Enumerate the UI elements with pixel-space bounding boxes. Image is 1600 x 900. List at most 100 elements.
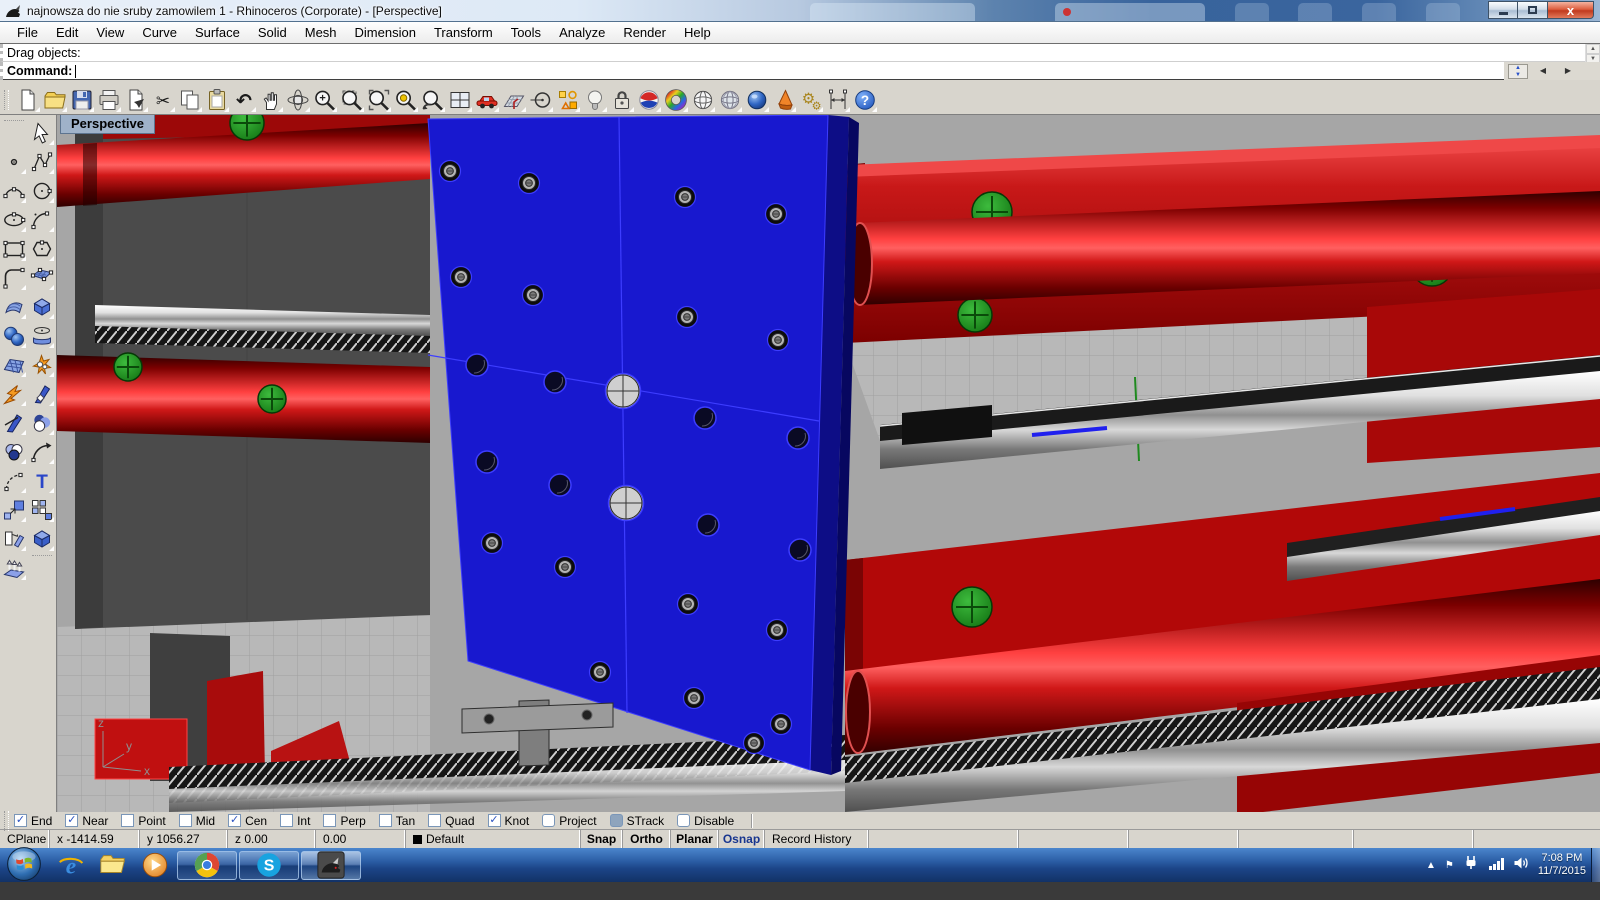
status-osnap[interactable]: Osnap [719,830,765,848]
boolean-union-tool[interactable] [1,439,27,465]
checkbox-near[interactable]: ✓ [65,814,78,827]
menu-surface[interactable]: Surface [186,23,249,42]
lights-icon[interactable] [581,87,608,113]
menu-tools[interactable]: Tools [502,23,550,42]
osnap-tan[interactable]: Tan [379,814,415,828]
osnap-grip[interactable] [4,811,9,831]
menu-transform[interactable]: Transform [425,23,502,42]
print-icon[interactable] [95,87,122,113]
status-record-history[interactable]: Record History [765,830,869,848]
cut-icon[interactable]: ✂ [149,87,176,113]
window-titlebar[interactable]: najnowsza do nie sruby zamowilem 1 - Rhi… [0,0,1600,22]
menu-help[interactable]: Help [675,23,720,42]
start-button[interactable] [5,845,43,883]
osnap-int[interactable]: Int [280,814,310,828]
explode-tool[interactable] [1,381,27,407]
curved-surface-tool[interactable] [1,294,27,320]
viewport-title[interactable]: Perspective [60,115,155,134]
menu-file[interactable]: File [8,23,47,42]
mesh-tool[interactable] [1,352,27,378]
menu-solid[interactable]: Solid [249,23,296,42]
text-tool[interactable]: T [29,468,55,494]
rectangle-tool[interactable] [1,236,27,262]
rotate-view-icon[interactable] [284,87,311,113]
copy-icon[interactable] [176,87,203,113]
windows-explorer-button[interactable] [95,850,131,880]
menu-dimension[interactable]: Dimension [346,23,425,42]
checkbox-mid[interactable] [179,814,192,827]
checkbox-disable[interactable] [677,814,690,827]
new-file-icon[interactable] [14,87,41,113]
extrude-tool[interactable] [1,555,27,581]
export-icon[interactable] [122,87,149,113]
revolve-tool[interactable] [29,323,55,349]
checkbox-end[interactable]: ✓ [14,814,27,827]
hidden-icons-button[interactable]: ▲ [1426,860,1436,871]
checkbox-perp[interactable] [323,814,336,827]
point-tool[interactable] [1,149,27,175]
toolbar-grip[interactable] [4,90,9,110]
volume-speaker-icon[interactable] [1513,855,1529,876]
cplane-icon[interactable] [500,87,527,113]
history-scrollbar[interactable]: ▲ ▼ [1585,44,1600,62]
box-edit-icon[interactable] [770,87,797,113]
viewport-layout-icon[interactable] [446,87,473,113]
open-file-icon[interactable] [41,87,68,113]
select-tool[interactable] [29,120,55,146]
undo-icon[interactable]: ↶ [230,87,257,113]
maximize-button[interactable] [1518,1,1548,19]
interpolate-curve-tool[interactable] [1,178,27,204]
zoom-window-icon[interactable]: + [311,87,338,113]
shear-tool[interactable] [1,526,27,552]
menu-render[interactable]: Render [614,23,675,42]
media-player-button[interactable] [137,850,173,880]
set-view-icon[interactable] [527,87,554,113]
menu-mesh[interactable]: Mesh [296,23,346,42]
close-button[interactable]: x [1548,1,1594,19]
osnap-cen[interactable]: ✓Cen [228,814,267,828]
pan-icon[interactable] [257,87,284,113]
checkbox-point[interactable] [121,814,134,827]
command-input[interactable]: Command: [0,62,1504,80]
checkbox-tan[interactable] [379,814,392,827]
ellipse-tool[interactable] [1,207,27,233]
polygon-tool[interactable] [29,236,55,262]
osnap-points-icon[interactable] [554,87,581,113]
menu-edit[interactable]: Edit [47,23,87,42]
status-planar[interactable]: Planar [671,830,719,848]
osnap-near[interactable]: ✓Near [65,814,108,828]
named-view-icon[interactable] [473,87,500,113]
chrome-button[interactable] [177,851,237,880]
checkbox-project[interactable] [542,814,555,827]
osnap-quad[interactable]: Quad [428,814,474,828]
join-tool[interactable] [29,352,55,378]
internet-explorer-button[interactable]: e [53,850,89,880]
render-icon[interactable] [635,87,662,113]
boolean-difference-tool[interactable] [29,410,55,436]
action-center-flag-icon[interactable]: ⚑ [1445,860,1454,871]
perspective-viewport[interactable]: Perspective [57,115,1600,812]
zoom-selected-icon[interactable] [392,87,419,113]
undo-view-icon[interactable] [419,87,446,113]
lock-icon[interactable] [608,87,635,113]
sphere-tool[interactable] [1,323,27,349]
rhinoceros-button[interactable] [301,851,361,880]
checkbox-strack[interactable] [610,814,623,827]
status-ortho[interactable]: Ortho [623,830,671,848]
power-plug-icon[interactable] [1463,855,1479,876]
skype-button[interactable]: S [239,851,299,880]
menu-curve[interactable]: Curve [133,23,186,42]
status-snap[interactable]: Snap [581,830,623,848]
osnap-project[interactable]: Project [542,814,596,828]
box-tool[interactable] [29,294,55,320]
menu-analyze[interactable]: Analyze [550,23,614,42]
control-point-curve-tool[interactable] [29,149,55,175]
zoom-extents-icon[interactable] [365,87,392,113]
trim-tool[interactable] [29,381,55,407]
show-desktop-button[interactable] [1591,848,1600,882]
surface-from-points-tool[interactable] [29,265,55,291]
checkbox-knot[interactable]: ✓ [488,814,501,827]
osnap-mid[interactable]: Mid [179,814,215,828]
checkbox-int[interactable] [280,814,293,827]
solid-tools[interactable] [29,526,55,552]
